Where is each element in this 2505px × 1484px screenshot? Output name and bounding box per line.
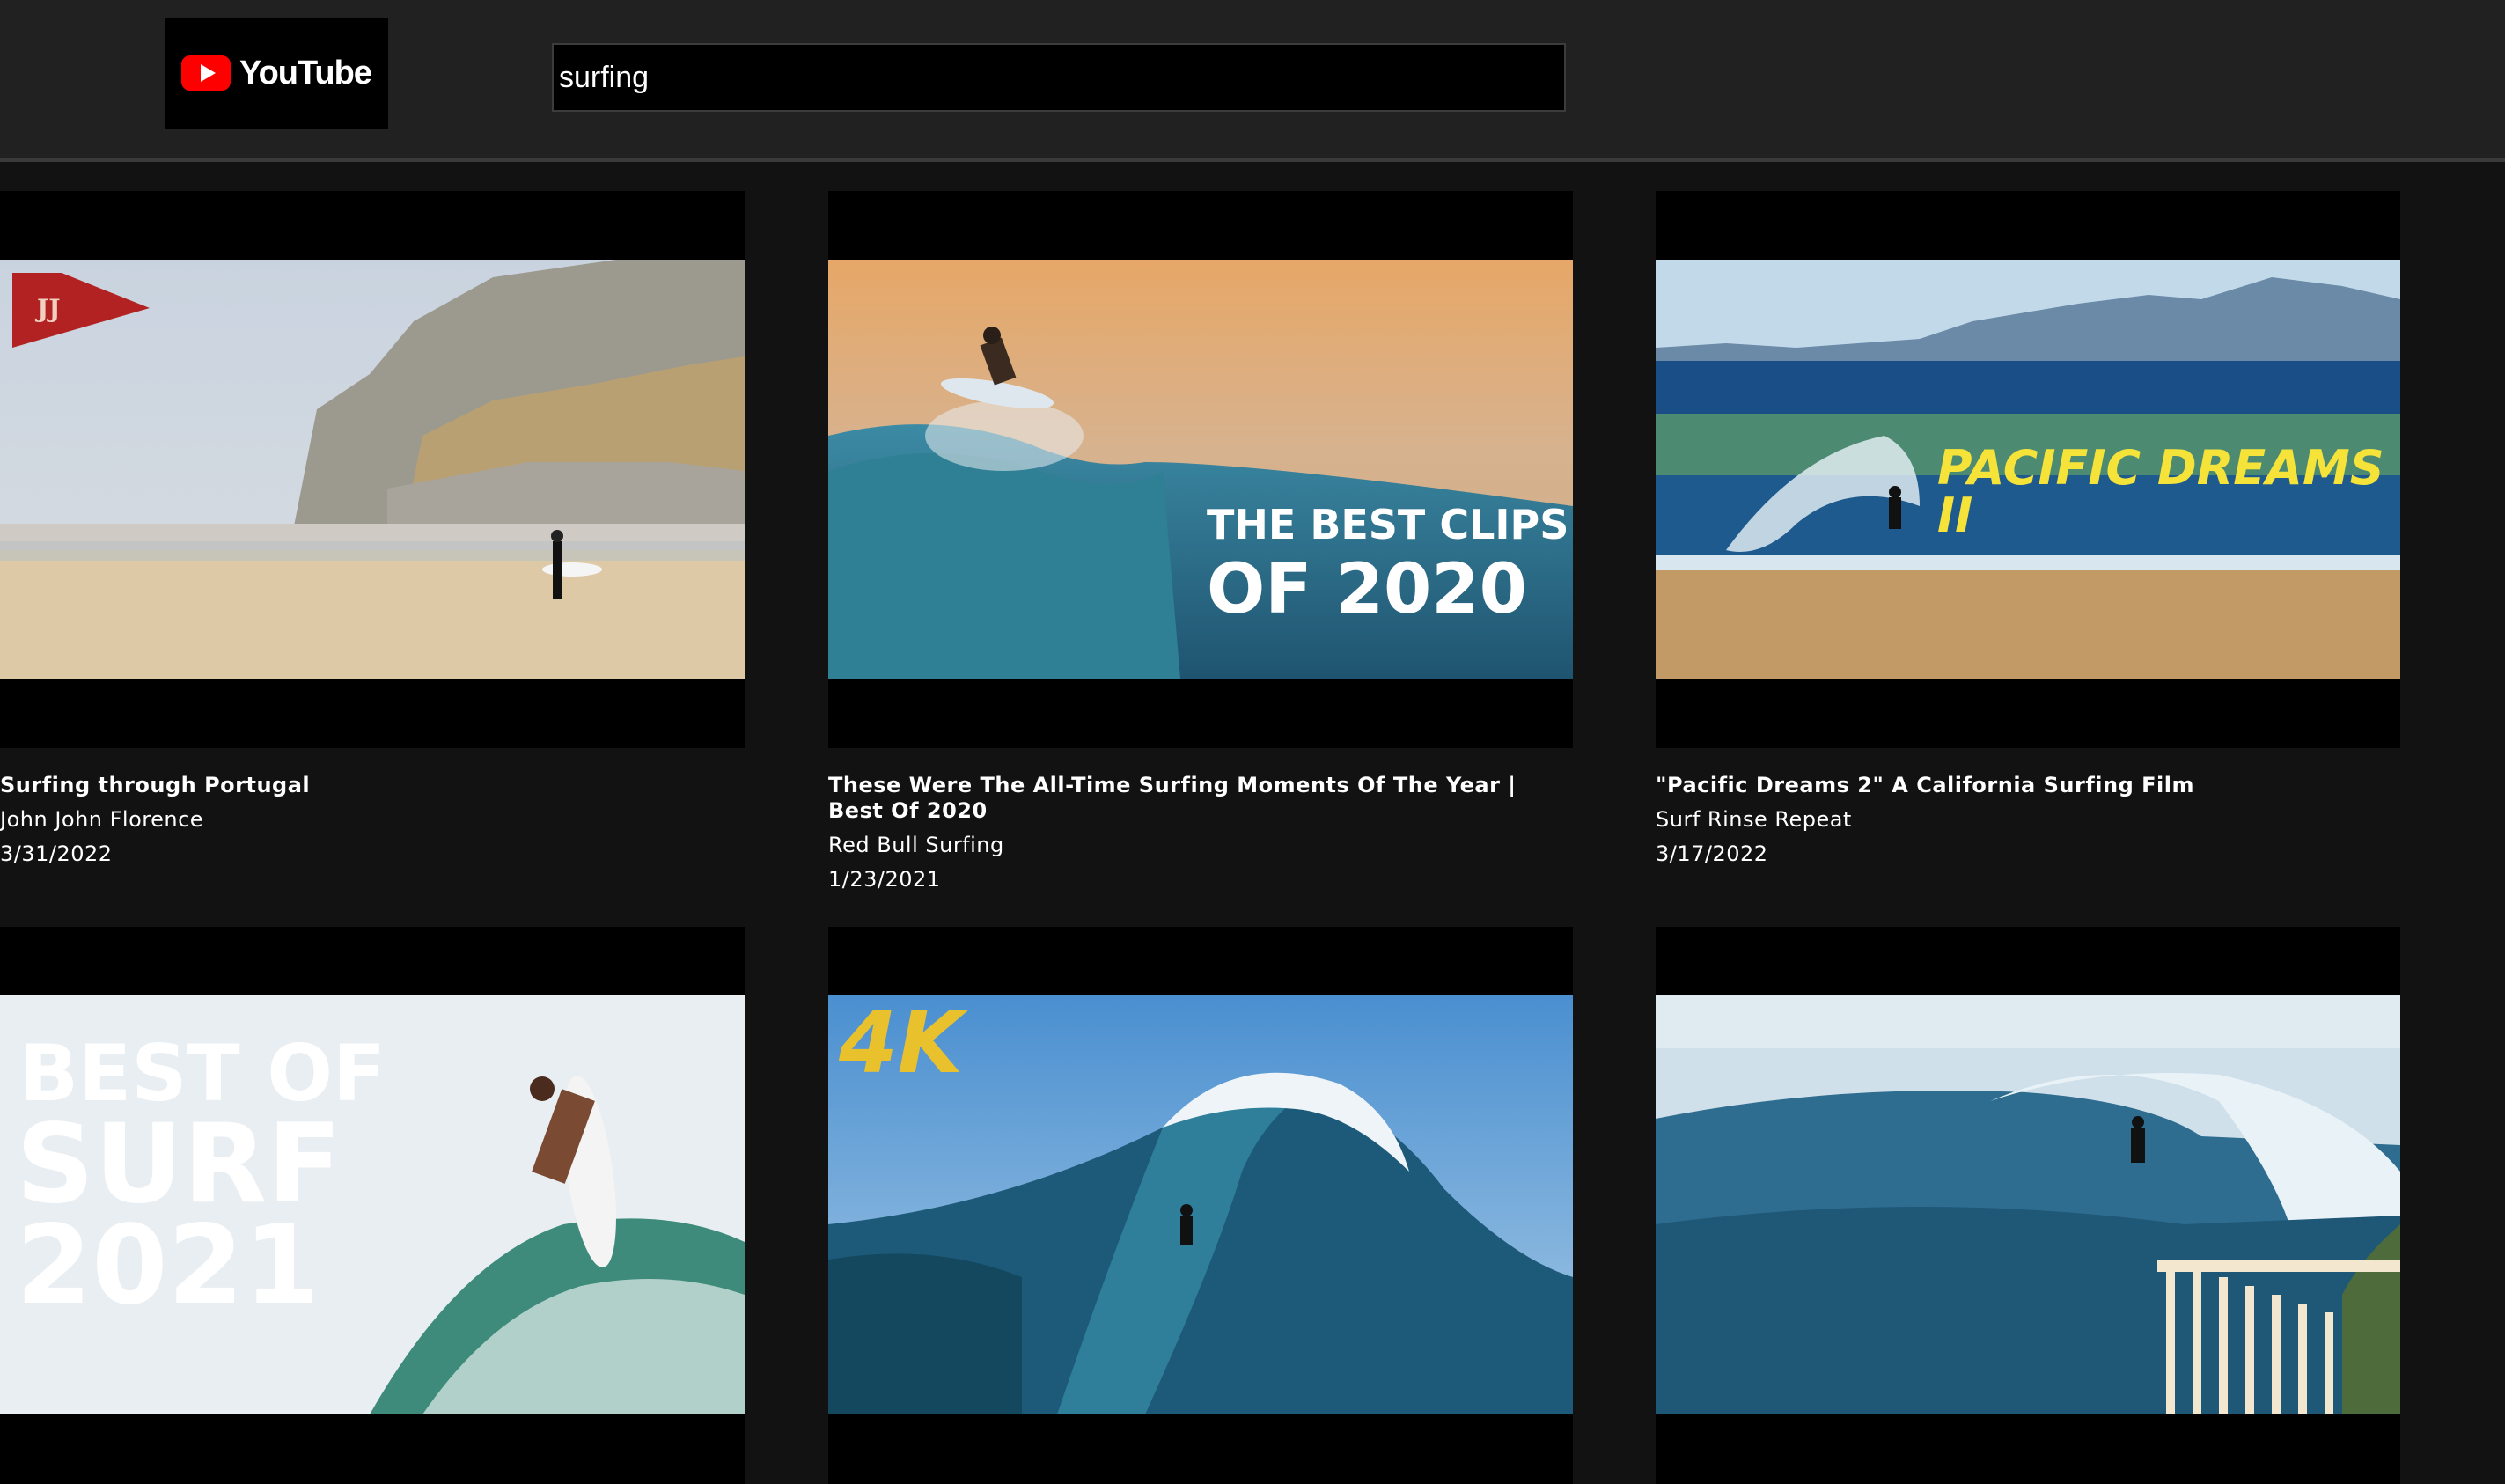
video-title[interactable]: These Were The All-Time Surfing Moments …	[828, 773, 1573, 824]
thumbnail-title-line3: 2021	[16, 1202, 320, 1329]
upload-date: 3/31/2022	[0, 841, 113, 866]
channel-name[interactable]: Surf Rinse Repeat	[1656, 807, 2400, 833]
header: YouTube	[0, 0, 2505, 162]
video-thumbnail[interactable]	[1656, 927, 2400, 1484]
video-thumbnail[interactable]: JJ	[0, 191, 745, 748]
video-thumbnail[interactable]: BEST OF SURF 2021	[0, 927, 745, 1484]
channel-name[interactable]: Red Bull Surfing	[828, 833, 1573, 858]
video-thumbnail[interactable]: PACIFIC DREAMS II	[1656, 191, 2400, 748]
video-card[interactable]: 4K	[828, 927, 1573, 1484]
video-card[interactable]: JJ Surfing through Portugal John John Fl…	[0, 191, 745, 867]
thumbnail-4k-badge: 4K	[839, 995, 964, 1092]
search-input[interactable]	[552, 43, 1566, 112]
thumbnail-image	[0, 260, 745, 679]
video-card[interactable]	[1656, 927, 2400, 1484]
video-card[interactable]: THE BEST CLIPS OF 2020 These Were The Al…	[828, 191, 1573, 893]
play-icon	[181, 55, 231, 91]
thumbnail-title-line1: THE BEST CLIPS	[1207, 501, 1569, 548]
video-title[interactable]: "Pacific Dreams 2" A California Surfing …	[1656, 773, 2400, 798]
youtube-logo[interactable]: YouTube	[165, 18, 388, 129]
video-title[interactable]: Surfing through Portugal	[0, 773, 745, 798]
video-card[interactable]: BEST OF SURF 2021	[0, 927, 745, 1484]
video-card[interactable]: PACIFIC DREAMS II "Pacific Dreams 2" A C…	[1656, 191, 2400, 867]
logo-text: YouTube	[239, 54, 372, 92]
thumbnail-title: PACIFIC DREAMS II	[1937, 440, 2384, 543]
video-thumbnail[interactable]: 4K	[828, 927, 1573, 1484]
channel-badge-text: JJ	[37, 294, 61, 323]
channel-name[interactable]: John John Florence	[0, 807, 745, 833]
thumbnail-image	[1656, 995, 2400, 1414]
upload-date: 1/23/2021	[828, 867, 941, 892]
upload-date: 3/17/2022	[1656, 841, 1768, 866]
thumbnail-title-line2: OF 2020	[1207, 550, 1527, 629]
video-thumbnail[interactable]: THE BEST CLIPS OF 2020	[828, 191, 1573, 748]
